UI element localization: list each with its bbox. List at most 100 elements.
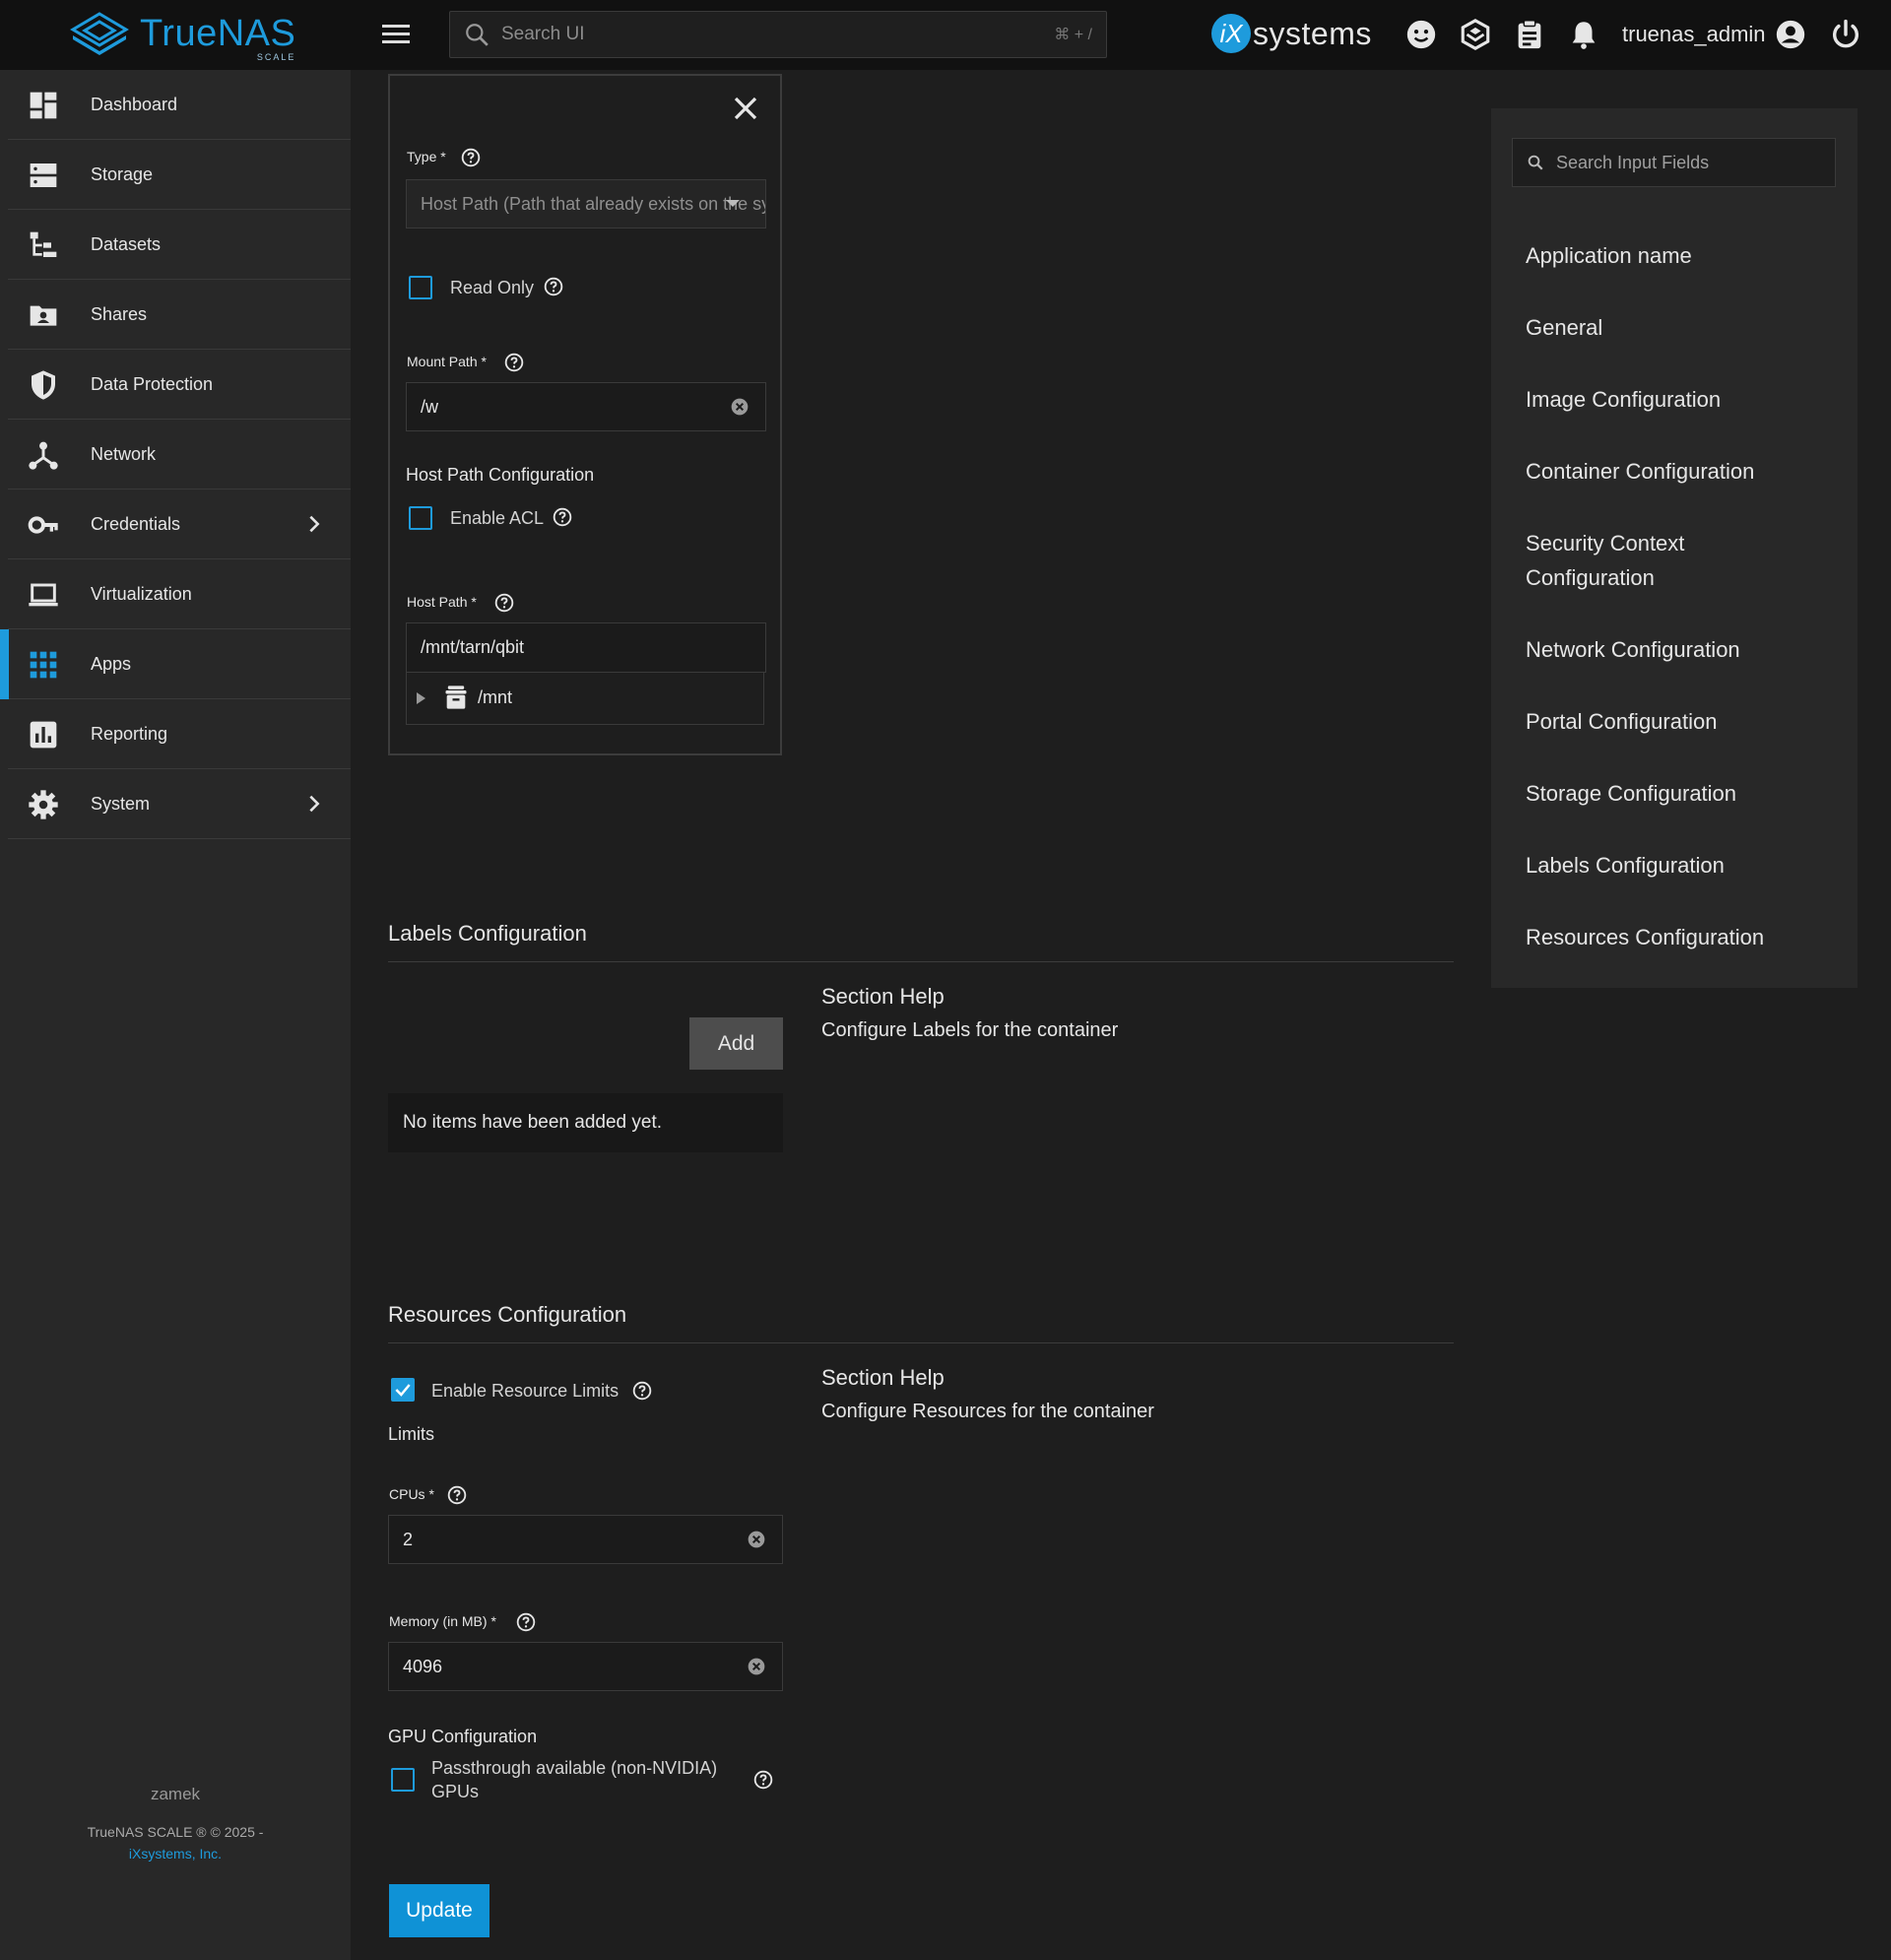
storage-icon	[30, 163, 57, 187]
tree-node-label: /mnt	[478, 687, 513, 707]
copyright: TrueNAS SCALE ® © 2025 -	[87, 1824, 264, 1840]
reporting-icon	[30, 721, 57, 749]
chevron-right-icon	[309, 515, 320, 533]
section-divider	[388, 1342, 1454, 1343]
ix-mark: iX	[1211, 14, 1251, 53]
logo-name: TrueNAS	[140, 13, 296, 54]
search-shortcut-hint: ⌘ + /	[1054, 27, 1092, 43]
sidebar-item-label: Datasets	[91, 233, 162, 254]
sidebar-item-datasets[interactable]: Datasets	[8, 210, 351, 280]
section-divider	[388, 961, 1454, 962]
sidebar-item-label: Apps	[91, 653, 132, 674]
sidebar-item-label: Dashboard	[91, 94, 178, 114]
clear-input-icon[interactable]	[747, 1530, 766, 1549]
shares-icon	[30, 305, 57, 326]
close-icon[interactable]	[731, 94, 760, 123]
sidebar-item-credentials[interactable]: Credentials	[8, 490, 351, 559]
notifications-icon[interactable]	[1567, 18, 1600, 51]
nav-container-configuration[interactable]: Container Configuration	[1526, 454, 1841, 489]
type-select-value: Host Path (Path that already exists on t…	[421, 193, 765, 214]
clear-input-icon[interactable]	[730, 397, 750, 417]
sidebar-item-apps[interactable]: Apps	[0, 629, 351, 699]
truecommand-icon[interactable]	[1459, 18, 1492, 51]
labels-empty-state: No items have been added yet.	[388, 1093, 783, 1152]
feedback-icon[interactable]	[1404, 18, 1438, 51]
search-ui-input[interactable]: Search UI ⌘ + /	[449, 11, 1107, 58]
checkmark-icon	[395, 1384, 411, 1397]
help-icon[interactable]	[544, 277, 563, 296]
truenas-logo[interactable]: TrueNAS SCALE	[69, 10, 296, 62]
sidebar-item-virtualization[interactable]: Virtualization	[8, 559, 351, 629]
mount-path-input[interactable]: /w	[406, 382, 766, 431]
nav-portal-configuration[interactable]: Portal Configuration	[1526, 704, 1841, 739]
nav-security-context-configuration[interactable]: Security Context	[1526, 526, 1841, 560]
power-icon[interactable]	[1829, 18, 1862, 51]
clear-input-icon[interactable]	[747, 1657, 766, 1676]
help-icon[interactable]	[553, 507, 572, 527]
sidebar-item-network[interactable]: Network	[8, 420, 351, 490]
dataset-root-icon	[445, 686, 467, 709]
explorer-tree-node[interactable]: /mnt	[406, 672, 764, 725]
search-input-fields[interactable]: Search Input Fields	[1512, 138, 1836, 187]
mount-path-label: Mount Path *	[407, 354, 487, 369]
host-path-config-heading: Host Path Configuration	[406, 465, 595, 485]
account-icon[interactable]	[1774, 18, 1807, 51]
nav-labels-configuration[interactable]: Labels Configuration	[1526, 848, 1841, 882]
enable-acl-label: Enable ACL	[450, 508, 545, 528]
shield-icon	[32, 370, 55, 400]
nav-network-configuration[interactable]: Network Configuration	[1526, 632, 1841, 667]
ixsystems-text: systems	[1253, 15, 1372, 51]
type-label: Type *	[407, 149, 446, 164]
help-icon[interactable]	[494, 593, 514, 613]
update-button[interactable]: Update	[389, 1884, 489, 1937]
read-only-checkbox[interactable]	[409, 276, 432, 299]
host-path-input[interactable]: /mnt/tarn/qbit	[406, 622, 766, 673]
host-path-value: /mnt/tarn/qbit	[421, 637, 525, 657]
cpus-input[interactable]: 2	[388, 1515, 783, 1564]
resources-section-title: Resources Configuration	[388, 1302, 627, 1327]
labels-help-title: Section Help	[821, 984, 945, 1009]
sidebar-item-system[interactable]: System	[8, 769, 351, 839]
add-label-button[interactable]: Add	[689, 1017, 783, 1070]
nav-storage-configuration[interactable]: Storage Configuration	[1526, 776, 1841, 811]
nav-image-configuration[interactable]: Image Configuration	[1526, 382, 1841, 417]
company-link[interactable]: iXsystems, Inc.	[0, 1846, 351, 1862]
search-ui-placeholder: Search UI	[501, 24, 585, 44]
gpu-passthrough-checkbox[interactable]	[391, 1768, 415, 1792]
enable-acl-checkbox[interactable]	[409, 506, 432, 530]
laptop-icon	[29, 583, 58, 607]
nav-resources-configuration[interactable]: Resources Configuration	[1526, 920, 1841, 954]
help-icon[interactable]	[504, 353, 524, 372]
sidebar-item-label: Data Protection	[91, 373, 214, 394]
help-icon[interactable]	[753, 1770, 773, 1790]
sidebar-item-label: Shares	[91, 303, 148, 324]
sidebar-item-data-protection[interactable]: Data Protection	[8, 350, 351, 420]
nav-general[interactable]: General	[1526, 310, 1841, 345]
help-icon[interactable]	[461, 148, 481, 167]
help-icon[interactable]	[447, 1485, 467, 1505]
mount-path-value: /w	[421, 396, 438, 417]
sidebar-item-label: Virtualization	[91, 583, 192, 604]
menu-icon[interactable]	[380, 22, 412, 47]
host-path-label: Host Path *	[407, 594, 477, 610]
sidebar-item-label: Credentials	[91, 513, 181, 534]
username[interactable]: truenas_admin	[1622, 22, 1766, 47]
sidebar-item-storage[interactable]: Storage	[8, 140, 351, 210]
type-select[interactable]: Host Path (Path that already exists on t…	[406, 179, 766, 229]
sidebar-item-dashboard[interactable]: Dashboard	[8, 70, 351, 140]
sidebar-item-label: Network	[91, 443, 157, 464]
ixsystems-logo[interactable]: iX systems	[1211, 14, 1372, 53]
sidebar-item-shares[interactable]: Shares	[8, 280, 351, 350]
jobs-icon[interactable]	[1513, 18, 1546, 51]
apps-icon	[30, 651, 57, 679]
help-icon[interactable]	[516, 1612, 536, 1632]
nav-security-context-configuration-line2[interactable]: Configuration	[1526, 560, 1841, 595]
enable-resource-limits-checkbox[interactable]	[391, 1378, 415, 1402]
expand-arrow-icon[interactable]	[417, 692, 425, 704]
memory-input[interactable]: 4096	[388, 1642, 783, 1691]
nav-application-name[interactable]: Application name	[1526, 238, 1841, 273]
sidebar: Dashboard Storage Datasets Shares Data P…	[0, 70, 351, 1960]
help-icon[interactable]	[632, 1381, 652, 1401]
section-navigation: Search Input Fields Application name Gen…	[1491, 108, 1858, 988]
sidebar-item-reporting[interactable]: Reporting	[8, 699, 351, 769]
